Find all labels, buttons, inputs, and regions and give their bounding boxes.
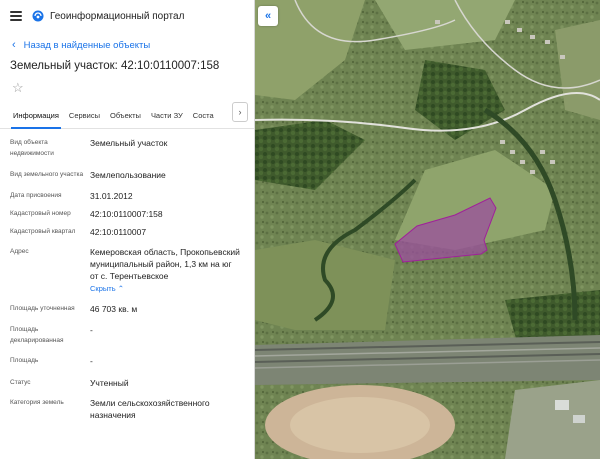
field-value: Земли сельскохозяйственного назначения <box>90 398 210 420</box>
field-row: Вид объекта недвижимости Земельный участ… <box>10 137 254 159</box>
field-value: Земельный участок <box>90 138 168 148</box>
field-row: Кадастровый номер 42:10:0110007:158 <box>10 208 254 220</box>
address-block: Кемеровская область, Прокопьевский муниц… <box>90 246 240 295</box>
tab-composition[interactable]: Соста <box>188 111 219 128</box>
collapse-label: Скрыть <box>90 284 116 293</box>
collapse-link[interactable]: Скрыть ⌃ <box>90 283 240 295</box>
app-title: Геоинформационный портал <box>50 10 185 22</box>
field-label: Вид земельного участка <box>10 171 84 178</box>
chevron-up-icon: ⌃ <box>117 284 124 293</box>
tab-objects[interactable]: Объекты <box>105 111 146 128</box>
field-row: Категория земель Земли сельскохозяйствен… <box>10 397 254 421</box>
info-panel: Геоинформационный портал ‹ Назад в найде… <box>0 0 255 459</box>
tab-parts[interactable]: Части ЗУ <box>146 111 188 128</box>
chevron-right-icon[interactable]: › <box>232 102 248 122</box>
field-label: Адрес <box>10 248 29 255</box>
field-value: 42:10:0110007 <box>90 227 147 237</box>
attribute-list: Вид объекта недвижимости Земельный участ… <box>0 137 254 421</box>
top-bar: Геоинформационный портал <box>0 0 254 32</box>
back-link[interactable]: ‹ Назад в найденные объекты <box>0 35 254 55</box>
map-imagery <box>255 0 600 459</box>
hamburger-icon[interactable] <box>10 11 22 21</box>
field-row: Вид земельного участка Землепользование <box>10 169 254 181</box>
field-label: Площадь <box>10 357 39 364</box>
field-value: Землепользование <box>90 170 166 180</box>
portal-logo-icon <box>32 10 44 22</box>
field-value: - <box>90 356 93 366</box>
field-label: Статус <box>10 379 31 386</box>
field-label: Дата присвоения <box>10 192 62 199</box>
field-label: Кадастровый номер <box>10 210 71 217</box>
field-row: Статус Учтенный <box>10 377 254 389</box>
tab-info[interactable]: Информация <box>8 111 64 129</box>
field-row: Площадь - <box>10 355 254 367</box>
object-title: Земельный участок: 42:10:0110007:158 <box>10 60 220 72</box>
field-label: Кадастровый квартал <box>10 228 76 235</box>
field-row: Адрес Кемеровская область, Прокопьевский… <box>10 246 254 295</box>
field-value: 46 703 кв. м <box>90 304 138 314</box>
double-chevron-left-icon[interactable]: « <box>258 6 278 26</box>
field-label: Площадь уточненная <box>10 305 75 312</box>
satellite-map[interactable] <box>255 0 600 459</box>
field-value: Кемеровская область, Прокопьевский муниц… <box>90 247 240 281</box>
field-value: - <box>90 325 93 335</box>
chevron-left-icon: ‹ <box>12 39 16 51</box>
tab-services[interactable]: Сервисы <box>64 111 105 128</box>
field-label: Площадь декларированная <box>10 326 64 344</box>
tab-bar: Информация Сервисы Объекты Части ЗУ Сост… <box>0 102 254 129</box>
star-icon[interactable]: ☆ <box>0 80 254 98</box>
field-row: Дата присвоения 31.01.2012 <box>10 190 254 202</box>
field-row: Площадь декларированная - <box>10 324 254 346</box>
field-row: Площадь уточненная 46 703 кв. м <box>10 303 254 315</box>
field-value: 31.01.2012 <box>90 191 133 201</box>
field-row: Кадастровый квартал 42:10:0110007 <box>10 226 254 238</box>
field-value: Учтенный <box>90 378 129 388</box>
field-label: Категория земель <box>10 399 64 406</box>
field-label: Вид объекта недвижимости <box>10 139 54 157</box>
field-value: 42:10:0110007:158 <box>90 209 163 219</box>
back-link-label: Назад в найденные объекты <box>23 39 151 51</box>
